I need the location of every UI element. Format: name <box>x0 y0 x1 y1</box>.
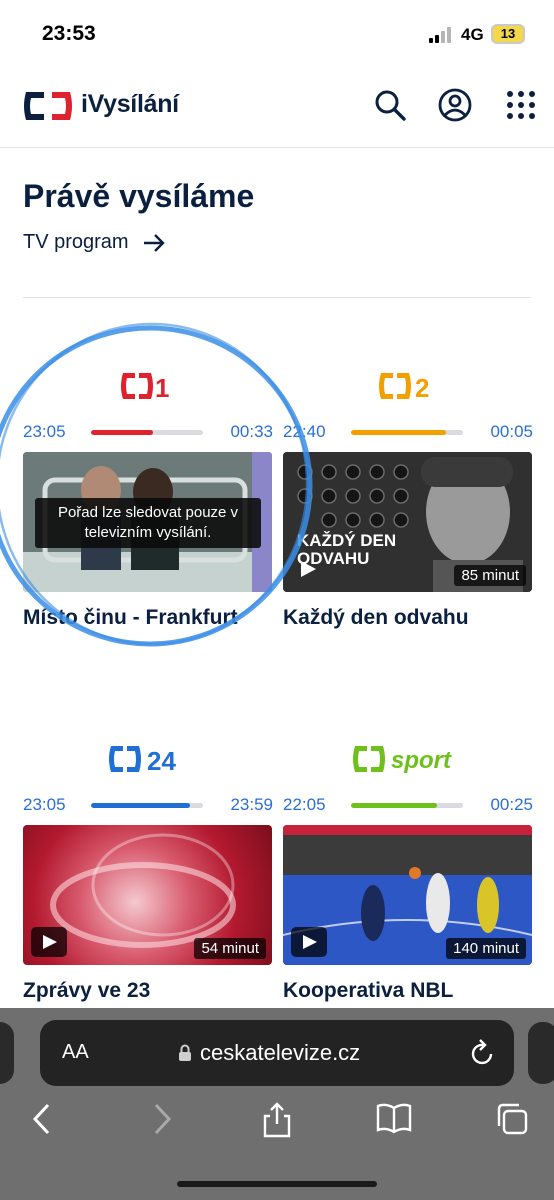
divider <box>23 297 531 298</box>
start-time: 22:05 <box>283 795 326 814</box>
search-icon[interactable] <box>373 88 407 122</box>
bookmarks-icon[interactable] <box>376 1102 412 1134</box>
battery-icon: 13 <box>491 24 525 44</box>
svg-text:2: 2 <box>415 373 429 402</box>
tabs-icon[interactable] <box>495 1102 529 1136</box>
url-text: ceskatelevize.cz <box>200 1040 361 1065</box>
duration-badge: 54 minut <box>194 938 266 959</box>
status-bar: 23:53 4G 13 <box>0 0 554 70</box>
progress-bar <box>91 803 203 808</box>
show-thumbnail[interactable]: 54 minut <box>23 825 272 965</box>
browser-toolbar: AA ceskatelevize.cz <box>0 1008 554 1200</box>
next-tab-preview[interactable] <box>528 1022 554 1084</box>
brand-name[interactable]: iVysílání <box>81 90 179 119</box>
previous-tab-preview[interactable] <box>0 1022 14 1084</box>
play-icon[interactable] <box>291 927 327 957</box>
url-display[interactable]: ceskatelevize.cz <box>178 1040 360 1066</box>
status-time: 23:53 <box>42 22 96 45</box>
show-title[interactable]: Zprávy ve 23 <box>23 979 150 1003</box>
progress-fill <box>351 803 438 808</box>
show-title[interactable]: Kooperativa NBL <box>283 979 453 1003</box>
duration-badge: 85 minut <box>454 565 526 586</box>
duration-badge: 140 minut <box>446 938 526 959</box>
reload-icon[interactable] <box>470 1039 496 1067</box>
page-title: Právě vysíláme <box>23 178 255 214</box>
text-size-button[interactable]: AA <box>62 1041 89 1064</box>
ctsport-logo-icon: sport <box>353 746 452 774</box>
network-type: 4G <box>461 25 484 44</box>
arrow-right-icon <box>143 233 165 252</box>
progress-fill <box>351 430 447 435</box>
share-icon[interactable] <box>262 1102 292 1138</box>
battery-level: 13 <box>500 26 516 41</box>
end-time: 00:05 <box>490 422 533 441</box>
time-progress: 22:05 00:25 <box>283 795 533 817</box>
show-thumbnail[interactable]: 140 minut <box>283 825 532 965</box>
progress-fill <box>91 803 190 808</box>
highlight-circle <box>0 322 313 647</box>
app-header: iVysílání <box>0 70 554 148</box>
svg-text:24: 24 <box>147 746 176 775</box>
tv-program-link[interactable]: TV program <box>23 231 165 254</box>
end-time: 23:59 <box>230 795 273 814</box>
signal-icon <box>429 27 455 43</box>
ct24-logo-icon: 24 <box>109 746 176 775</box>
progress-bar <box>351 430 463 435</box>
ct-logo-icon[interactable] <box>22 88 74 124</box>
forward-icon[interactable] <box>150 1102 174 1136</box>
lock-icon <box>179 1044 191 1061</box>
home-indicator <box>177 1181 377 1187</box>
progress-bar <box>351 803 463 808</box>
start-time: 23:05 <box>23 795 66 814</box>
tv-program-label: TV program <box>23 231 129 253</box>
time-progress: 23:05 23:59 <box>23 795 273 817</box>
svg-text:sport: sport <box>391 747 452 774</box>
address-bar[interactable]: AA ceskatelevize.cz <box>40 1020 514 1086</box>
apps-grid-icon[interactable] <box>505 88 539 122</box>
play-icon[interactable] <box>31 927 67 957</box>
back-icon[interactable] <box>30 1102 54 1136</box>
end-time: 00:25 <box>490 795 533 814</box>
profile-icon[interactable] <box>438 88 472 122</box>
